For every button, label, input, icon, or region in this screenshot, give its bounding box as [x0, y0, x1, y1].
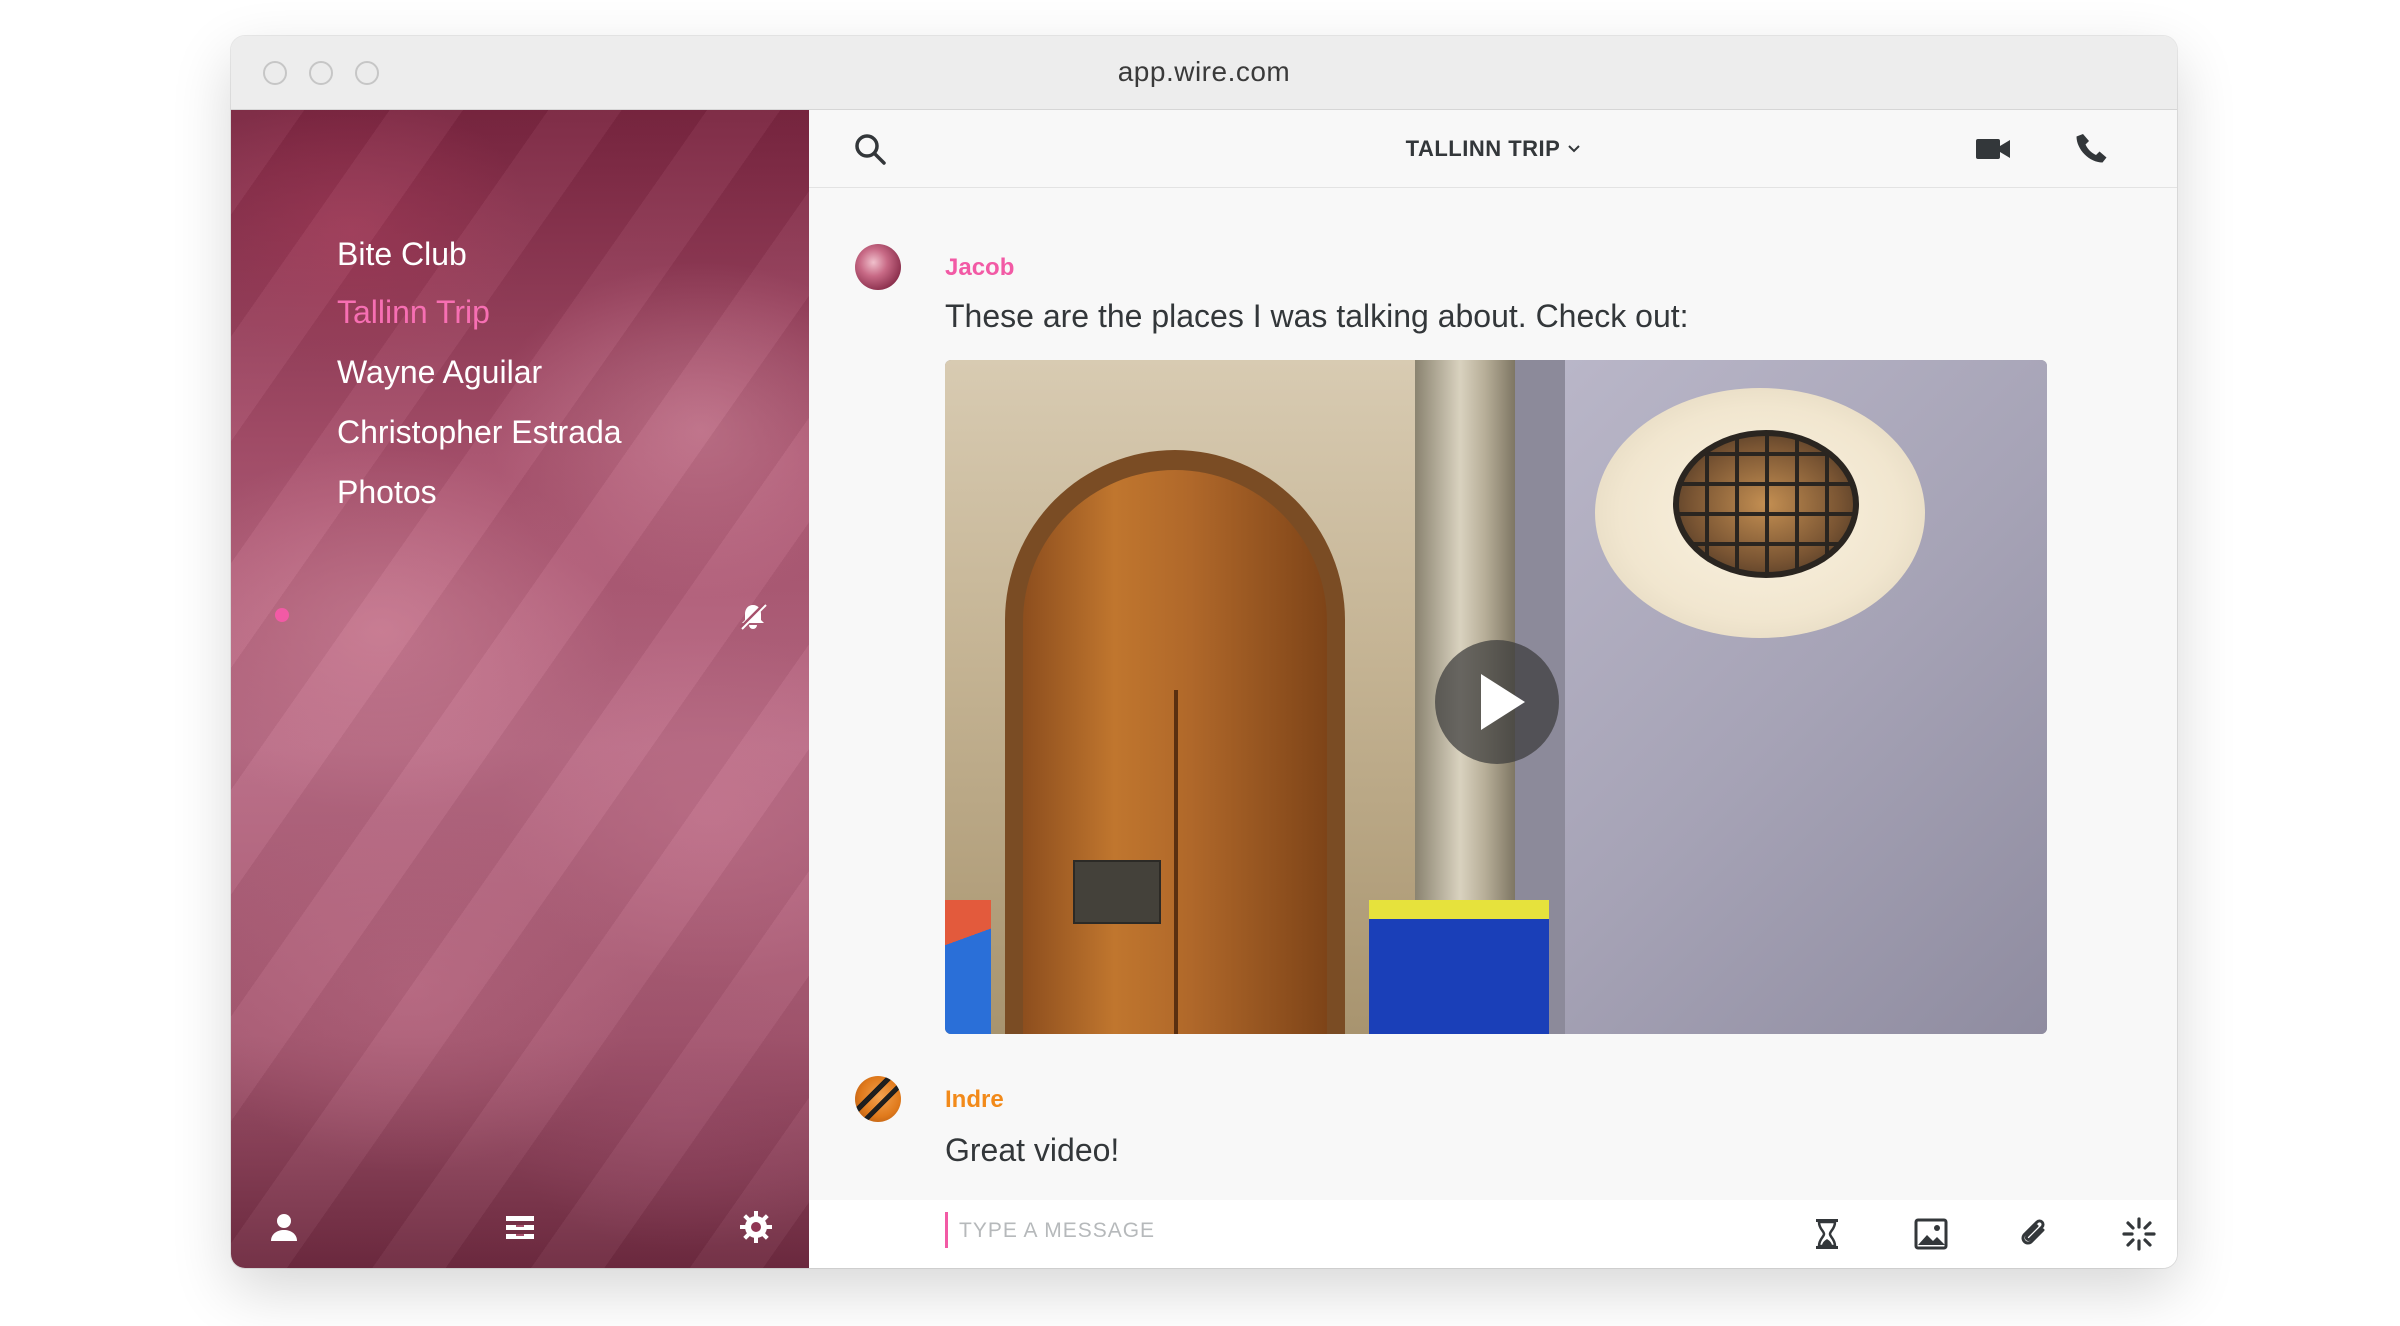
chevron-down-icon: [1568, 145, 1581, 153]
title-bar: app.wire.com: [231, 36, 2177, 110]
sidebar-footer: [231, 1190, 809, 1268]
ping-icon[interactable]: [2121, 1216, 2157, 1252]
text-cursor: [945, 1212, 948, 1248]
address-bar-url[interactable]: app.wire.com: [231, 56, 2177, 88]
conversation-header: TALLINN TRIP: [809, 110, 2177, 188]
conversation-item-photos[interactable]: Photos: [337, 474, 437, 511]
avatar-indre[interactable]: [855, 1076, 901, 1122]
conversation-sidebar: Bite Club Tallinn Trip Wayne Aguilar Chr…: [231, 110, 809, 1268]
conversation-item-wayne-aguilar[interactable]: Wayne Aguilar: [337, 354, 542, 391]
video-thumbnail-corner-base: [945, 900, 991, 1034]
conversation-view: TALLINN TRIP Jacob These are the places …: [809, 110, 2177, 1268]
archive-icon[interactable]: [503, 1210, 537, 1244]
conversation-title[interactable]: TALLINN TRIP: [809, 136, 2177, 162]
avatar-jacob[interactable]: [855, 244, 901, 290]
composer-row: [809, 1200, 2177, 1268]
video-camera-icon[interactable]: [1975, 134, 2011, 164]
muted-bell-icon[interactable]: [737, 600, 769, 632]
conversation-item-tallinn-trip[interactable]: Tallinn Trip: [337, 294, 490, 331]
play-icon: [1481, 674, 1525, 730]
sender-name-jacob[interactable]: Jacob: [945, 254, 1014, 282]
conversation-item-christopher-estrada[interactable]: Christopher Estrada: [337, 414, 622, 451]
hourglass-icon[interactable]: [1809, 1216, 1845, 1252]
conversation-title-text: TALLINN TRIP: [1405, 136, 1561, 161]
phone-icon[interactable]: [2075, 132, 2109, 166]
paperclip-icon[interactable]: [2017, 1216, 2053, 1252]
unread-dot: [275, 608, 289, 622]
video-thumbnail-grille: [1673, 430, 1859, 578]
video-thumbnail-plaque: [1073, 860, 1161, 924]
video-thumbnail-pillar-base: [1369, 900, 1549, 1034]
message-text: These are the places I was talking about…: [945, 298, 1689, 334]
image-icon[interactable]: [1913, 1216, 1949, 1252]
message-composer: [809, 1200, 2177, 1268]
person-icon[interactable]: [267, 1210, 301, 1244]
video-thumbnail-door-split: [1174, 690, 1178, 1034]
gear-icon[interactable]: [739, 1210, 773, 1244]
play-button[interactable]: [1435, 640, 1559, 764]
message-text: Great video!: [945, 1132, 1120, 1168]
browser-window: app.wire.com Bite Club Tallinn Trip Wayn…: [231, 36, 2177, 1268]
conversation-item-bite-club[interactable]: Bite Club: [337, 236, 467, 273]
message-input[interactable]: [957, 1210, 1661, 1252]
sender-name-indre[interactable]: Indre: [945, 1086, 1004, 1114]
video-attachment[interactable]: [945, 360, 2047, 1034]
